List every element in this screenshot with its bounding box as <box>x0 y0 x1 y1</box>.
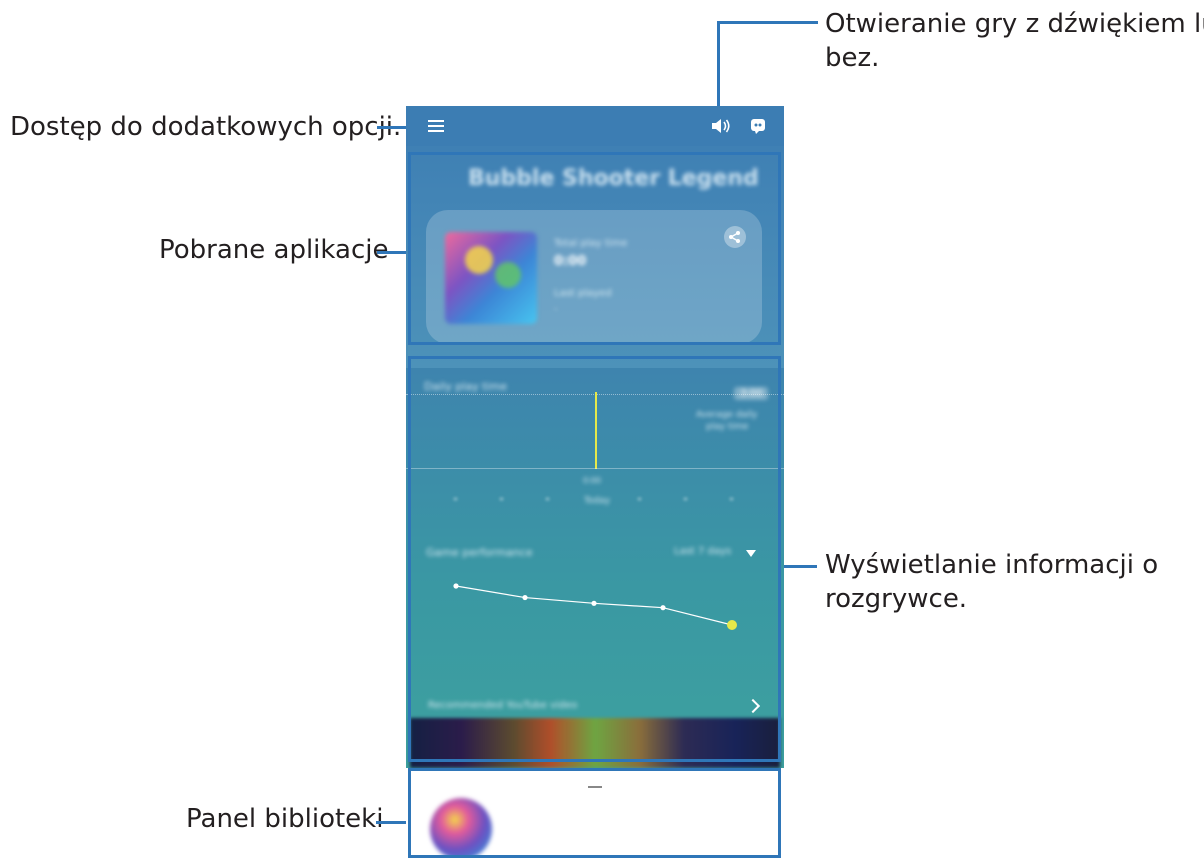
apps-callout: Pobrane aplikacje <box>159 235 389 265</box>
today-marker-value: 0:00 <box>583 476 601 485</box>
total-play-time-value: 0:00 <box>554 254 587 269</box>
period-select[interactable]: Last 7 days <box>674 546 731 557</box>
youtube-thumbnail-strip[interactable] <box>410 718 780 768</box>
daily-limit-badge: 3:00 <box>734 387 769 400</box>
sound-icon[interactable] <box>711 117 731 135</box>
chevron-right-icon[interactable] <box>745 698 761 714</box>
game-performance-label: Game performance <box>426 546 533 559</box>
library-panel <box>406 768 784 856</box>
menu-icon[interactable] <box>428 120 444 133</box>
average-daily-value: play time <box>706 422 749 432</box>
total-play-time-label: Total play time <box>554 238 628 249</box>
game-card[interactable]: Total play time 0:00 Last played - <box>426 210 762 344</box>
library-callout: Panel biblioteki <box>186 804 384 834</box>
info-callout-line1: Wyświetlanie informacji o <box>825 550 1159 580</box>
info-callout-line2: rozgrywce. <box>825 584 968 614</box>
game-header: Bubble Shooter Legend Total play time 0:… <box>406 146 784 368</box>
last-played-value: - <box>554 304 558 315</box>
average-daily-label: Average daily <box>696 410 758 420</box>
day-ticks <box>454 498 754 506</box>
performance-point <box>453 583 459 589</box>
discord-icon[interactable] <box>750 118 766 134</box>
apps-leader <box>377 251 408 254</box>
game-thumbnail <box>445 232 537 324</box>
last-played-label: Last played <box>554 288 612 299</box>
game-title: Bubble Shooter Legend <box>468 166 759 191</box>
performance-point <box>660 605 666 611</box>
performance-point <box>591 600 597 606</box>
youtube-label: Recommended YouTube video <box>428 700 578 711</box>
sound-callout-line2: bez. <box>825 43 880 73</box>
info-leader <box>781 565 817 568</box>
today-marker-line <box>595 392 597 469</box>
performance-point <box>727 620 737 630</box>
share-icon[interactable] <box>724 226 746 248</box>
daily-chart-baseline <box>406 468 784 469</box>
performance-chart <box>453 583 737 630</box>
performance-point <box>522 594 528 601</box>
daily-play-time-label: Daily play time <box>424 380 507 393</box>
sound-callout-line1: Otwieranie gry z dźwiękiem lub <box>825 9 1204 39</box>
game-stats-panel: Daily play time 3:00 Average daily play … <box>406 368 784 768</box>
options-callout: Dostęp do dodatkowych opcji. <box>10 112 402 142</box>
library-app-icon[interactable] <box>430 798 492 856</box>
sound-leader-horizontal <box>717 21 818 24</box>
drag-handle[interactable] <box>588 786 602 788</box>
dropdown-arrow-icon[interactable] <box>746 550 756 557</box>
sound-leader-vertical <box>717 21 720 114</box>
phone-screen: Bubble Shooter Legend Total play time 0:… <box>406 106 784 856</box>
library-leader <box>376 821 408 824</box>
top-bar <box>406 106 784 146</box>
